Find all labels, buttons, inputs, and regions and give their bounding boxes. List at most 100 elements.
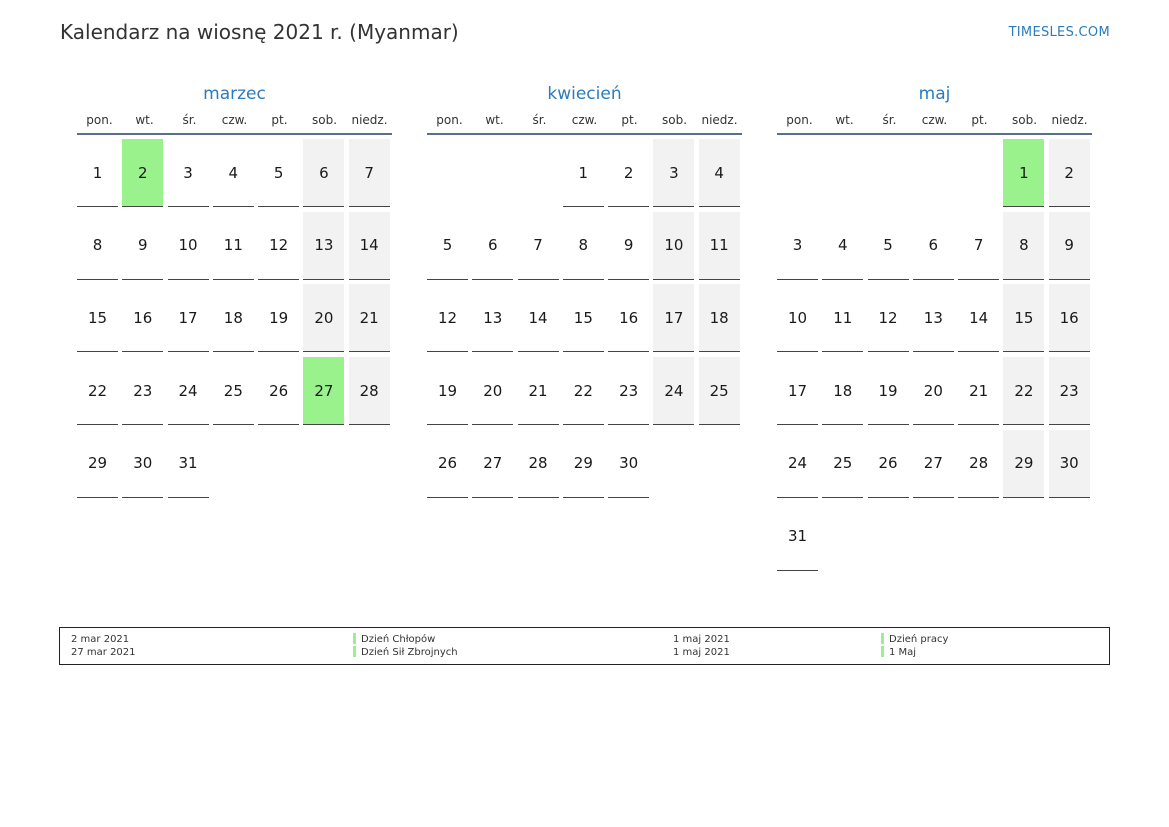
legend-date: 2 mar 2021 [71, 634, 130, 645]
day-cell[interactable]: 28 [348, 357, 390, 426]
day-cell[interactable]: 17 [653, 284, 695, 353]
day-cell[interactable]: 7 [958, 212, 1000, 280]
day-cell[interactable]: 17 [777, 357, 818, 426]
day-cell[interactable]: 29 [1003, 429, 1045, 498]
day-cell[interactable]: 3 [653, 139, 695, 207]
day-cell[interactable]: 30 [122, 430, 164, 498]
day-cell[interactable]: 16 [122, 284, 164, 353]
day-cell[interactable]: 13 [912, 284, 954, 353]
day-cell[interactable]: 15 [562, 284, 604, 353]
day-cell[interactable]: 4 [822, 212, 864, 280]
holiday-day-cell[interactable]: 27 [303, 357, 345, 426]
day-cell[interactable]: 4 [212, 139, 254, 207]
day-cell[interactable]: 24 [777, 430, 818, 498]
day-cell[interactable]: 10 [167, 212, 209, 280]
day-cell[interactable]: 24 [653, 357, 695, 426]
day-cell[interactable]: 11 [212, 212, 254, 280]
day-cell[interactable]: 17 [167, 284, 209, 353]
day-cell[interactable]: 19 [427, 357, 468, 426]
day-cell[interactable]: 20 [912, 357, 954, 426]
day-cell[interactable]: 7 [348, 139, 390, 207]
day-cell[interactable]: 4 [698, 139, 740, 207]
day-cell[interactable]: 8 [562, 212, 604, 280]
day-cell[interactable]: 22 [77, 357, 118, 426]
day-cell[interactable]: 6 [912, 212, 954, 280]
day-cell[interactable]: 18 [822, 357, 864, 426]
day-cell[interactable]: 6 [303, 139, 345, 207]
day-cell[interactable]: 3 [167, 139, 209, 207]
day-cell[interactable]: 12 [427, 284, 468, 353]
day-cell[interactable]: 9 [122, 212, 164, 280]
day-cell[interactable]: 23 [1048, 357, 1090, 426]
day-cell[interactable]: 26 [867, 430, 909, 498]
day-cell[interactable]: 12 [258, 212, 300, 280]
day-cell[interactable]: 1 [77, 139, 118, 207]
day-cell[interactable]: 25 [698, 357, 740, 426]
day-cell[interactable]: 10 [653, 211, 695, 280]
day-cell[interactable]: 6 [472, 212, 514, 280]
day-cell[interactable]: 21 [517, 357, 559, 426]
day-cell[interactable]: 16 [608, 284, 650, 353]
day-cell[interactable]: 14 [517, 284, 559, 353]
day-cell[interactable]: 30 [608, 430, 650, 498]
day-cell[interactable]: 18 [212, 284, 254, 353]
day-cell[interactable]: 23 [608, 357, 650, 426]
day-cell[interactable]: 15 [77, 284, 118, 353]
day-cell[interactable]: 8 [1003, 211, 1045, 280]
day-cell[interactable]: 22 [562, 357, 604, 426]
day-cell[interactable]: 23 [122, 357, 164, 426]
day-cell[interactable]: 21 [348, 284, 390, 353]
weekday-label: niedz. [351, 112, 388, 127]
day-cell[interactable]: 28 [517, 430, 559, 498]
day-cell[interactable]: 26 [258, 357, 300, 426]
day-cell[interactable]: 27 [472, 430, 514, 498]
day-cell[interactable]: 16 [1048, 284, 1090, 353]
holiday-color-marker [881, 646, 884, 657]
day-cell[interactable]: 5 [258, 139, 300, 207]
day-cell[interactable]: 9 [608, 212, 650, 280]
day-cell[interactable]: 5 [867, 212, 909, 280]
day-cell[interactable]: 21 [958, 357, 1000, 426]
day-cell[interactable]: 28 [958, 430, 1000, 498]
day-cell[interactable]: 11 [822, 284, 864, 353]
day-cell[interactable]: 22 [1003, 357, 1045, 426]
day-cell[interactable]: 13 [303, 211, 345, 280]
day-cell[interactable]: 7 [517, 212, 559, 280]
legend-date: 1 maj 2021 [673, 647, 730, 658]
day-cell[interactable]: 25 [212, 357, 254, 426]
brand-link[interactable]: TIMESLES.COM [1009, 25, 1110, 40]
day-cell[interactable]: 30 [1048, 429, 1090, 498]
day-cell[interactable]: 5 [427, 212, 468, 280]
day-cell[interactable]: 18 [698, 284, 740, 353]
weekday-label: sob. [661, 112, 688, 127]
day-cell[interactable]: 2 [608, 139, 650, 207]
day-cell[interactable]: 26 [427, 430, 468, 498]
day-cell[interactable]: 11 [698, 211, 740, 280]
day-cell[interactable]: 14 [348, 211, 390, 280]
day-cell[interactable]: 2 [1048, 139, 1090, 207]
day-cell[interactable]: 19 [258, 284, 300, 353]
day-cell[interactable]: 12 [867, 284, 909, 353]
day-cell[interactable]: 31 [777, 503, 818, 571]
day-cell[interactable]: 29 [77, 430, 118, 498]
day-cell[interactable]: 19 [867, 357, 909, 426]
day-cell[interactable]: 3 [777, 212, 818, 280]
day-cell[interactable]: 24 [167, 357, 209, 426]
day-cell[interactable]: 1 [562, 139, 604, 207]
day-cell[interactable]: 20 [472, 357, 514, 426]
day-cell[interactable]: 13 [472, 284, 514, 353]
day-cell[interactable]: 25 [822, 430, 864, 498]
day-cell[interactable]: 27 [912, 430, 954, 498]
day-cell[interactable]: 10 [777, 284, 818, 353]
weekday-label: czw. [221, 112, 248, 127]
weekday-header: pon. wt. śr. czw. pt. sob. niedz. [777, 106, 1092, 135]
holiday-day-cell[interactable]: 2 [122, 139, 164, 207]
day-cell[interactable]: 31 [167, 430, 209, 498]
day-cell[interactable]: 20 [303, 284, 345, 353]
day-cell[interactable]: 8 [77, 212, 118, 280]
day-cell[interactable]: 15 [1003, 284, 1045, 353]
day-cell[interactable]: 14 [958, 284, 1000, 353]
day-cell[interactable]: 9 [1048, 211, 1090, 280]
holiday-day-cell[interactable]: 1 [1003, 139, 1045, 207]
day-cell[interactable]: 29 [562, 430, 604, 498]
